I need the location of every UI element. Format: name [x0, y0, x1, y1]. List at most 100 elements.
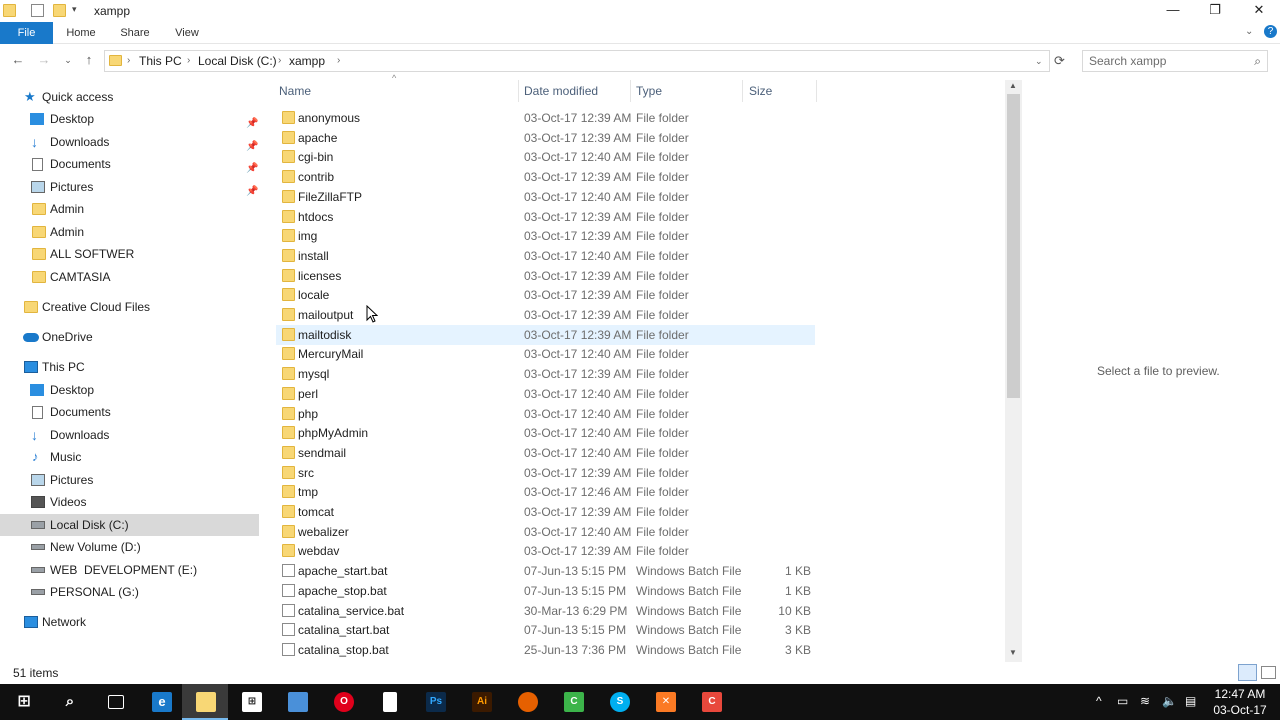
minimize-icon[interactable]: — [1150, 0, 1196, 22]
file-row[interactable]: mailtodisk 03-Oct-17 12:39 AM File folder [276, 324, 815, 345]
nav-pc-videos[interactable]: Videos [0, 491, 259, 513]
taskbar-illustrator[interactable]: Ai [458, 684, 504, 720]
column-header-size[interactable]: Size [749, 84, 772, 98]
battery-icon[interactable]: ▭ [1117, 694, 1128, 708]
forward-icon[interactable]: → [36, 52, 52, 68]
nav-quick-admin-1[interactable]: Admin [0, 198, 259, 220]
file-row[interactable]: php 03-Oct-17 12:40 AM File folder [276, 404, 815, 424]
tab-file[interactable]: File [0, 22, 53, 44]
taskbar-store[interactable]: ⊞ [228, 684, 274, 720]
taskbar-firefox[interactable] [504, 684, 550, 720]
file-row[interactable]: apache_stop.bat 07-Jun-13 5:15 PM Windows … [276, 581, 815, 601]
taskbar-clock[interactable]: 12:47 AM 03-Oct-17 [1206, 686, 1274, 718]
properties-icon[interactable] [31, 4, 44, 17]
file-row[interactable]: tomcat 03-Oct-17 12:39 AM File folder [276, 502, 815, 522]
nav-quick-access[interactable]: ★ Quick access [0, 86, 259, 108]
address-dropdown-icon[interactable]: ⌄ [1035, 56, 1043, 67]
breadcrumb-xampp[interactable]: xampp [289, 54, 325, 68]
nav-pc-pictures[interactable]: Pictures [0, 469, 259, 491]
search-icon[interactable]: ⌕ [1254, 54, 1261, 69]
back-icon[interactable]: ← [10, 52, 26, 68]
nav-network[interactable]: Network [0, 611, 259, 633]
file-row[interactable]: src 03-Oct-17 12:39 AM File folder [276, 463, 815, 483]
nav-quick-camtasia[interactable]: CAMTASIA [0, 266, 259, 288]
taskbar-edge[interactable]: e [138, 684, 184, 720]
new-folder-icon[interactable] [53, 4, 66, 17]
file-row[interactable]: apache_start.bat 07-Jun-13 5:15 PM Windows… [276, 561, 815, 581]
nav-this-pc[interactable]: This PC [0, 356, 259, 378]
nav-onedrive[interactable]: OneDrive [0, 326, 259, 348]
taskbar-camtasia[interactable]: C [550, 684, 596, 720]
expand-ribbon-icon[interactable]: ⌄ [1245, 26, 1253, 37]
tab-home[interactable]: Home [58, 22, 104, 44]
file-row[interactable]: install 03-Oct-17 12:40 AM File folder [276, 246, 815, 266]
details-view-icon[interactable] [1238, 664, 1257, 681]
nav-pc-local-disk[interactable]: Local Disk (C:) [0, 514, 259, 536]
taskbar-app[interactable] [274, 684, 320, 720]
column-header-type[interactable]: Type [636, 84, 662, 98]
breadcrumb-local-disk[interactable]: Local Disk (C:) [198, 54, 277, 68]
help-icon[interactable]: ? [1264, 25, 1277, 38]
nav-quick-documents[interactable]: Documents 📌 [0, 153, 259, 175]
scroll-up-icon[interactable]: ▲ [1009, 81, 1017, 90]
taskbar-skype[interactable]: S [596, 684, 642, 720]
large-icons-view-icon[interactable] [1261, 666, 1276, 679]
notification-icon[interactable]: ▤ [1185, 694, 1196, 708]
start-button[interactable]: ⊞ [0, 684, 46, 720]
file-row[interactable]: apache 03-Oct-17 12:39 AM File folder [276, 128, 815, 148]
address-bar[interactable]: › This PC › Local Disk (C:) › xampp › ⌄ [104, 50, 1050, 72]
taskbar-camtasia-recorder[interactable]: C [688, 684, 734, 720]
file-row[interactable]: licenses 03-Oct-17 12:39 AM File folder [276, 266, 815, 286]
file-row[interactable]: webalizer 03-Oct-17 12:40 AM File folder [276, 522, 815, 542]
nav-quick-desktop[interactable]: Desktop 📌 [0, 108, 259, 130]
refresh-icon[interactable]: ⟳ [1054, 53, 1065, 69]
file-row[interactable]: catalina_start.bat 07-Jun-13 5:15 PM Windo… [276, 620, 815, 640]
tab-view[interactable]: View [164, 22, 210, 44]
nav-quick-pictures[interactable]: Pictures 📌 [0, 176, 259, 198]
nav-pc-personal[interactable]: PERSONAL (G:) [0, 581, 259, 603]
file-row[interactable]: catalina_stop.bat 25-Jun-13 7:36 PM Window… [276, 640, 815, 660]
file-row[interactable]: locale 03-Oct-17 12:39 AM File folder [276, 285, 815, 305]
file-row[interactable]: cgi-bin 03-Oct-17 12:40 AM File folder [276, 147, 815, 167]
file-row[interactable]: webdav 03-Oct-17 12:39 AM File folder [276, 541, 815, 561]
file-row[interactable]: phpMyAdmin 03-Oct-17 12:40 AM File folder [276, 423, 815, 443]
file-row[interactable]: sendmail 03-Oct-17 12:40 AM File folder [276, 443, 815, 463]
file-row[interactable]: MercuryMail 03-Oct-17 12:40 AM File folder [276, 344, 815, 364]
nav-pc-downloads[interactable]: ↓ Downloads [0, 424, 259, 446]
search-input[interactable]: Search xampp ⌕ [1082, 50, 1268, 72]
file-row[interactable]: tmp 03-Oct-17 12:46 AM File folder [276, 482, 815, 502]
customize-toolbar-icon[interactable]: ▾ [72, 4, 77, 15]
taskbar-opera[interactable]: O [320, 684, 366, 720]
taskbar-file-explorer[interactable] [182, 684, 228, 720]
restore-icon[interactable]: ❐ [1192, 0, 1238, 22]
file-row[interactable]: catalina_service.bat 30-Mar-13 6:29 PM Win… [276, 601, 815, 621]
nav-pc-web-development[interactable]: WEB DEVELOPMENT (E:) [0, 559, 259, 581]
volume-icon[interactable]: 🔈 [1162, 694, 1177, 708]
nav-quick-all-softwer[interactable]: ALL SOFTWER [0, 243, 259, 265]
close-icon[interactable]: ✕ [1236, 0, 1280, 22]
file-row[interactable]: mailoutput 03-Oct-17 12:39 AM File folder [276, 305, 815, 325]
up-icon[interactable]: ↑ [81, 52, 97, 68]
file-row[interactable]: htdocs 03-Oct-17 12:39 AM File folder [276, 207, 815, 227]
taskbar-xampp[interactable]: ✕ [642, 684, 688, 720]
taskbar-notepad[interactable] [366, 684, 412, 720]
file-row[interactable]: contrib 03-Oct-17 12:39 AM File folder [276, 167, 815, 187]
file-row[interactable]: perl 03-Oct-17 12:40 AM File folder [276, 384, 815, 404]
nav-pc-documents[interactable]: Documents [0, 401, 259, 423]
recent-locations-icon[interactable]: ⌄ [60, 52, 76, 68]
column-header-date[interactable]: Date modified [524, 84, 598, 98]
column-header-name[interactable]: Name [279, 84, 311, 98]
tab-share[interactable]: Share [112, 22, 158, 44]
taskbar-photoshop[interactable]: Ps [412, 684, 458, 720]
breadcrumb-this-pc[interactable]: This PC [139, 54, 182, 68]
nav-quick-admin-2[interactable]: Admin [0, 221, 259, 243]
task-view[interactable] [92, 684, 138, 720]
nav-pc-music[interactable]: ♪ Music [0, 446, 259, 468]
scrollbar-thumb[interactable] [1007, 94, 1020, 398]
taskbar-search[interactable]: ⌕ [46, 684, 92, 720]
show-hidden-icons-icon[interactable]: ^ [1096, 694, 1102, 708]
nav-pc-desktop[interactable]: Desktop [0, 379, 259, 401]
nav-pc-new-volume[interactable]: New Volume (D:) [0, 536, 259, 558]
wifi-icon[interactable]: ≋ [1140, 694, 1150, 708]
vertical-scrollbar[interactable]: ▲ ▼ [1005, 80, 1022, 662]
